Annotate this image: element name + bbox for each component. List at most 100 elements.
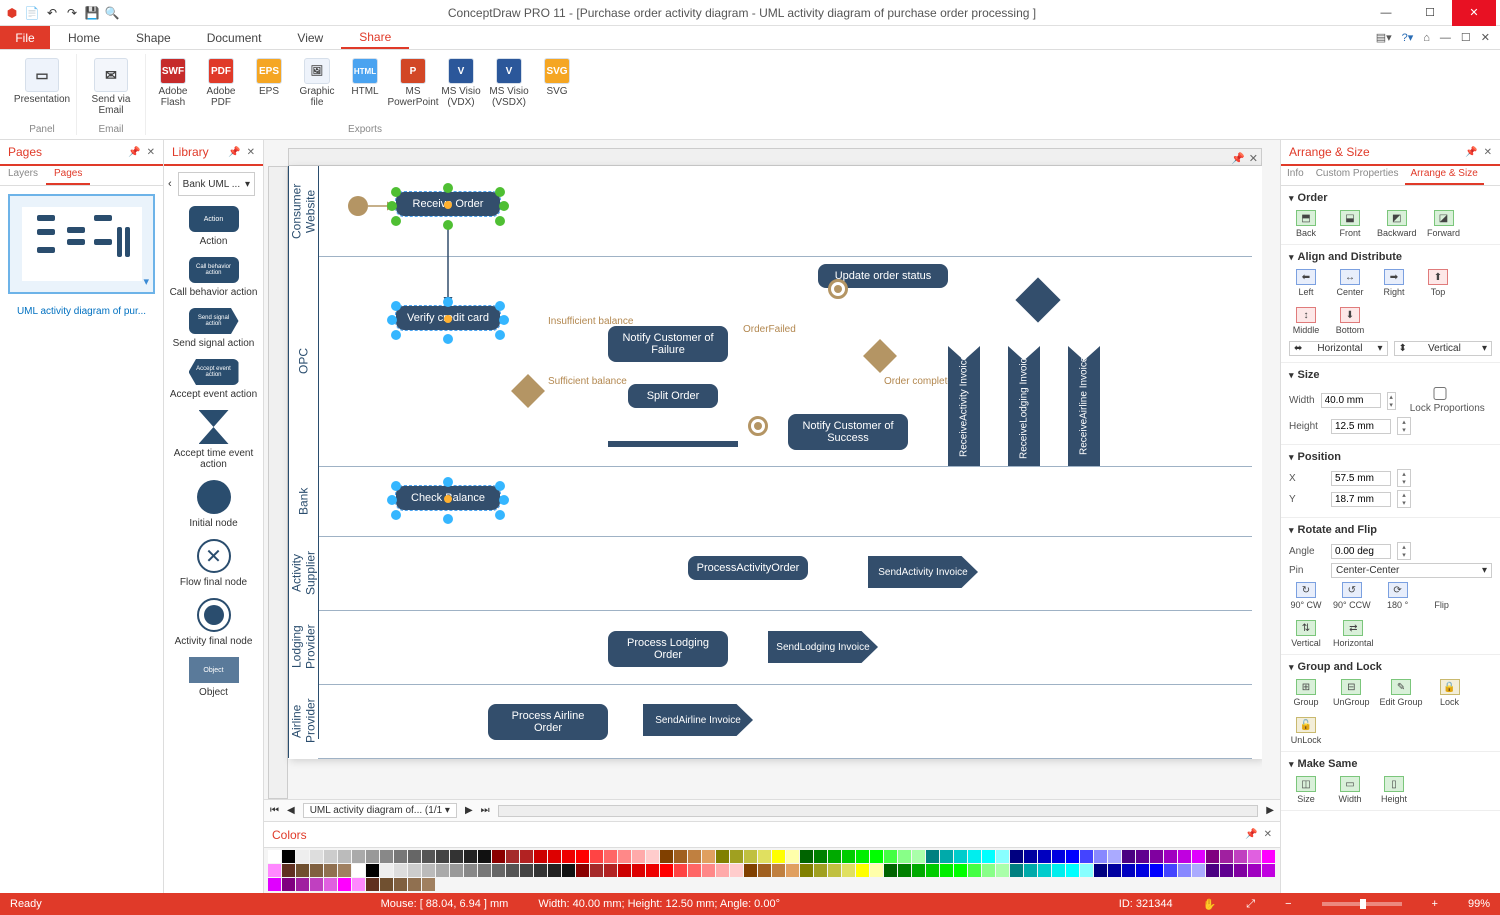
color-swatch[interactable]: [1122, 850, 1135, 863]
color-swatch[interactable]: [324, 864, 337, 877]
color-swatch[interactable]: [716, 850, 729, 863]
page-thumbnail[interactable]: ▾: [8, 194, 155, 294]
initial-node[interactable]: [348, 196, 368, 216]
color-swatch[interactable]: [1010, 850, 1023, 863]
pin-icon[interactable]: 📌: [1465, 147, 1477, 158]
color-swatch[interactable]: [744, 864, 757, 877]
color-swatch[interactable]: [1164, 850, 1177, 863]
color-swatch[interactable]: [590, 850, 603, 863]
color-swatch[interactable]: [744, 850, 757, 863]
color-swatch[interactable]: [968, 850, 981, 863]
color-swatch[interactable]: [674, 864, 687, 877]
rotate-180[interactable]: ⟳180 °: [1381, 582, 1415, 610]
inner-close-icon[interactable]: ✕: [1481, 31, 1490, 44]
color-swatch[interactable]: [282, 864, 295, 877]
color-swatch[interactable]: [492, 850, 505, 863]
color-swatch[interactable]: [492, 864, 505, 877]
color-swatch[interactable]: [1136, 864, 1149, 877]
color-swatch[interactable]: [1094, 864, 1107, 877]
zoom-out-icon[interactable]: −: [1285, 898, 1291, 910]
color-swatch[interactable]: [310, 850, 323, 863]
color-swatch[interactable]: [982, 864, 995, 877]
color-swatch[interactable]: [1108, 864, 1121, 877]
tab-shape[interactable]: Shape: [118, 26, 189, 49]
decision-balance[interactable]: [511, 374, 545, 408]
color-swatch[interactable]: [366, 878, 379, 891]
color-swatch[interactable]: [1080, 864, 1093, 877]
color-swatch[interactable]: [1094, 850, 1107, 863]
lib-object[interactable]: ObjectObject: [168, 657, 259, 698]
scroll-right-icon[interactable]: ▶: [1266, 805, 1274, 816]
color-swatch[interactable]: [394, 864, 407, 877]
spinner-width[interactable]: ▴▾: [1387, 392, 1396, 410]
color-swatch[interactable]: [310, 864, 323, 877]
node-send-activity[interactable]: SendActivity Invoice: [868, 556, 978, 588]
lib-accept-time[interactable]: Accept time event action: [168, 410, 259, 470]
home-icon[interactable]: ⌂: [1423, 32, 1430, 44]
angle-input[interactable]: [1331, 544, 1391, 559]
color-swatch[interactable]: [688, 850, 701, 863]
color-swatch[interactable]: [604, 850, 617, 863]
tab-home[interactable]: Home: [50, 26, 118, 49]
color-swatch[interactable]: [380, 878, 393, 891]
color-swatch[interactable]: [646, 850, 659, 863]
lib-send-signal[interactable]: Send signalactionSend signal action: [168, 308, 259, 349]
node-proc-lodging[interactable]: Process Lodging Order: [608, 631, 728, 667]
color-swatch[interactable]: [1178, 850, 1191, 863]
merge-invoices[interactable]: [1015, 277, 1060, 322]
close-panel-icon[interactable]: ✕: [247, 147, 255, 158]
distribute-h[interactable]: ⬌Horizontal▾: [1289, 341, 1388, 356]
color-swatch[interactable]: [646, 864, 659, 877]
color-swatch[interactable]: [1080, 850, 1093, 863]
color-swatch[interactable]: [1164, 864, 1177, 877]
color-swatch[interactable]: [1150, 864, 1163, 877]
color-swatch[interactable]: [268, 864, 281, 877]
color-swatch[interactable]: [394, 878, 407, 891]
close-icon[interactable]: ✕: [1249, 152, 1258, 165]
color-swatch[interactable]: [674, 850, 687, 863]
color-swatch[interactable]: [870, 850, 883, 863]
color-swatch[interactable]: [632, 850, 645, 863]
order-backward[interactable]: ◩Backward: [1377, 210, 1417, 238]
ribbon-eps[interactable]: EPSEPS: [248, 54, 290, 97]
color-swatch[interactable]: [814, 850, 827, 863]
same-size[interactable]: ◫Size: [1289, 776, 1323, 804]
node-recv-lodging[interactable]: ReceiveLodging Invoice: [1008, 346, 1040, 466]
lib-prev-icon[interactable]: ‹: [168, 178, 172, 190]
color-swatch[interactable]: [660, 864, 673, 877]
editgroup-btn[interactable]: ✎Edit Group: [1380, 679, 1423, 707]
color-swatch[interactable]: [268, 878, 281, 891]
flip-v[interactable]: ⇅Vertical: [1289, 620, 1323, 648]
color-swatch[interactable]: [422, 878, 435, 891]
tab-nav-start[interactable]: ⏮: [270, 805, 279, 816]
pin-icon[interactable]: 📌: [1245, 829, 1257, 840]
color-swatch[interactable]: [1234, 850, 1247, 863]
color-swatch[interactable]: [282, 850, 295, 863]
color-swatch[interactable]: [730, 864, 743, 877]
lib-action[interactable]: ActionAction: [168, 206, 259, 247]
ribbon-html[interactable]: HTMLHTML: [344, 54, 386, 97]
color-swatch[interactable]: [926, 850, 939, 863]
color-swatch[interactable]: [408, 878, 421, 891]
node-split-order[interactable]: Split Order: [628, 384, 718, 408]
color-swatch[interactable]: [632, 864, 645, 877]
order-back[interactable]: ⬒Back: [1289, 210, 1323, 238]
color-swatch[interactable]: [562, 850, 575, 863]
color-swatch[interactable]: [450, 850, 463, 863]
color-swatch[interactable]: [884, 864, 897, 877]
inner-max-icon[interactable]: ☐: [1461, 31, 1471, 44]
color-swatch[interactable]: [380, 864, 393, 877]
lib-call-behavior[interactable]: Call behavioractionCall behavior action: [168, 257, 259, 298]
color-swatch[interactable]: [856, 850, 869, 863]
color-swatch[interactable]: [506, 864, 519, 877]
color-swatch[interactable]: [380, 850, 393, 863]
unlock-btn[interactable]: 🔓UnLock: [1289, 717, 1323, 745]
color-swatch[interactable]: [772, 850, 785, 863]
color-swatch[interactable]: [1122, 864, 1135, 877]
ribbon-vdx[interactable]: VMS Visio (VDX): [440, 54, 482, 108]
close-panel-icon[interactable]: ✕: [147, 147, 155, 158]
color-swatch[interactable]: [590, 864, 603, 877]
color-swatch[interactable]: [1234, 864, 1247, 877]
color-swatch[interactable]: [786, 850, 799, 863]
lib-initial-node[interactable]: Initial node: [168, 480, 259, 529]
